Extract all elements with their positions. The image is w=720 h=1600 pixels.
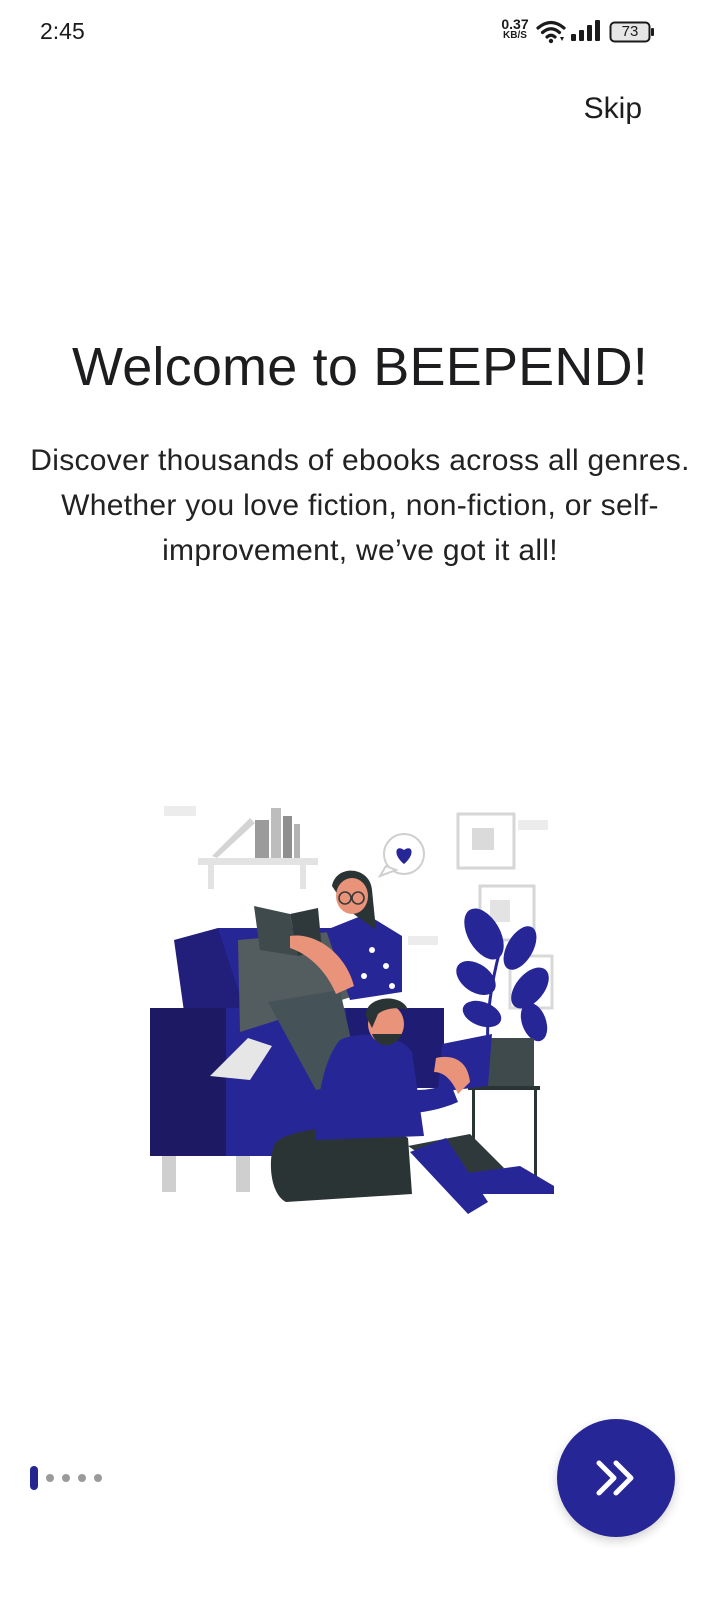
page-indicator-dot — [78, 1474, 86, 1482]
battery-level: 73 — [621, 23, 639, 40]
page-indicator-dot-active — [30, 1466, 38, 1490]
page-description: Discover thousands of ebooks across all … — [30, 444, 690, 567]
signal-icon — [571, 20, 600, 41]
network-speed-value: 0.37 — [501, 16, 529, 32]
next-button[interactable] — [557, 1419, 675, 1537]
page-title: Welcome to BEEPEND! — [72, 337, 648, 397]
page-indicator-dot — [62, 1474, 70, 1482]
network-speed: 0.37 KB/S — [498, 16, 532, 41]
skip-button[interactable]: Skip — [584, 92, 642, 126]
page-indicator-dot — [46, 1474, 54, 1482]
double-chevron-right-icon — [596, 1460, 634, 1496]
page-indicator-dot — [94, 1474, 102, 1482]
status-time: 2:45 — [40, 18, 85, 44]
network-speed-unit: KB/S — [503, 30, 527, 41]
wifi-icon — [536, 20, 566, 44]
status-bar: 2:45 0.37 KB/S 73 — [0, 0, 720, 64]
reading-couple-illustration — [150, 806, 554, 1214]
onboarding-screen: 2:45 0.37 KB/S 73 Skip Welcome to BEEPEN… — [0, 0, 720, 1600]
